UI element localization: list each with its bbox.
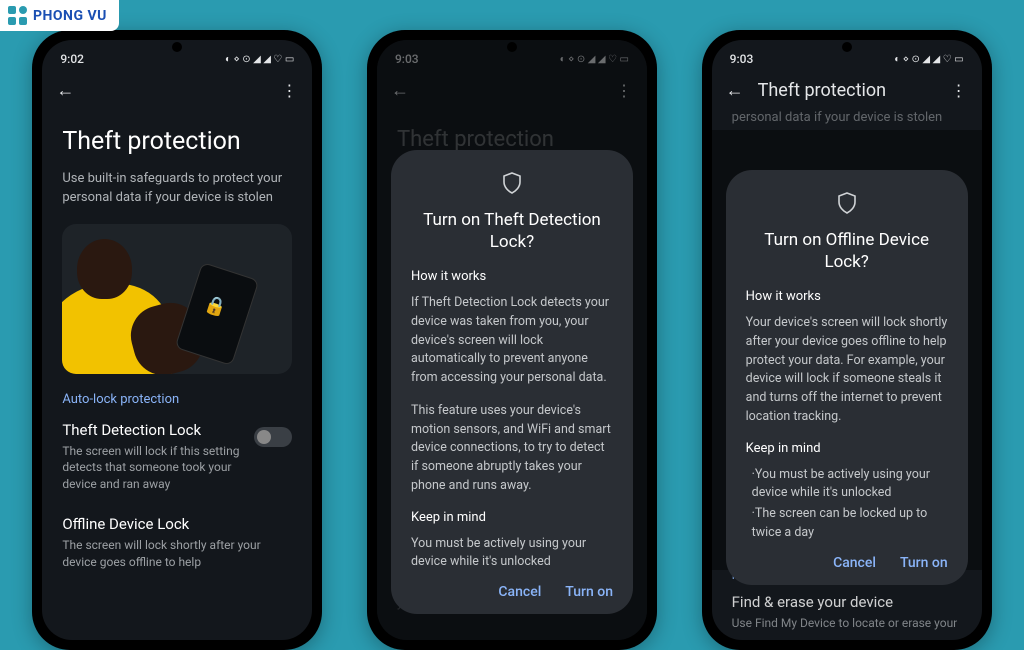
dialog-keep-label: Keep in mind — [411, 510, 613, 525]
status-icons: ◐ ⋄ ⊙ ◢ ◢ ♡ ▭ — [225, 54, 294, 65]
dialog-theft-detection: Turn on Theft Detection Lock? How it wor… — [391, 150, 633, 614]
dialog-body-1: Your device's screen will lock shortly a… — [746, 314, 948, 427]
dialog-title: Turn on Offline Device Lock? — [746, 229, 948, 273]
status-time: 9:03 — [730, 52, 754, 66]
dialog-how-label: How it works — [411, 269, 613, 284]
dialog-keep-label: Keep in mind — [746, 441, 948, 456]
setting-theft-detection[interactable]: Theft Detection Lock The screen will loc… — [62, 421, 292, 493]
setting-desc: The screen will lock if this setting det… — [62, 443, 244, 493]
dialog-list-1: ·You must be actively using your device … — [752, 466, 948, 504]
more-icon[interactable]: ⋮ — [951, 81, 968, 100]
dialog-how-label: How it works — [746, 289, 948, 304]
setting-title: Offline Device Lock — [62, 515, 292, 533]
back-icon[interactable]: ← — [726, 80, 744, 101]
more-icon[interactable]: ⋮ — [281, 81, 298, 100]
dialog-offline-lock: Turn on Offline Device Lock? How it work… — [726, 170, 968, 585]
setting-title: Theft Detection Lock — [62, 421, 244, 439]
page-subtitle: Use built-in safeguards to protect your … — [62, 170, 292, 208]
setting-find-erase[interactable]: Find & erase your device Use Find My Dev… — [732, 593, 962, 632]
cancel-button[interactable]: Cancel — [498, 584, 541, 600]
dialog-title: Turn on Theft Detection Lock? — [411, 209, 613, 253]
page-subtitle-partial: personal data if your device is stolen — [732, 109, 962, 128]
setting-offline-lock[interactable]: Offline Device Lock The screen will lock… — [62, 515, 292, 571]
logo-dots-icon — [8, 6, 27, 25]
hero-illustration: 🔒 — [62, 224, 292, 374]
back-icon[interactable]: ← — [56, 80, 74, 101]
dialog-body-2: This feature uses your device's motion s… — [411, 402, 613, 496]
status-icons: ◐ ⋄ ⊙ ◢ ◢ ♡ ▭ — [894, 54, 963, 65]
page-title: Theft protection — [62, 127, 292, 156]
toggle-theft-detection[interactable] — [254, 427, 292, 447]
phone-mockup-1: 9:02 ◐ ⋄ ⊙ ◢ ◢ ♡ ▭ ← ⋮ Theft protection … — [32, 30, 322, 650]
camera-cutout — [172, 42, 182, 52]
setting-desc: Use Find My Device to locate or erase yo… — [732, 615, 962, 632]
phone-mockup-3: 9:03 ◐ ⋄ ⊙ ◢ ◢ ♡ ▭ ← Theft protection ⋮ … — [702, 30, 992, 650]
dialog-list-2: ·The screen can be locked up to twice a … — [752, 505, 948, 543]
camera-cutout — [842, 42, 852, 52]
shield-icon — [746, 192, 948, 219]
phone-mockup-2: 9:03 ◐ ⋄ ⊙ ◢ ◢ ♡ ▭ ← ⋮ Theft protection … — [367, 30, 657, 650]
status-time: 9:02 — [60, 52, 84, 66]
shield-icon — [411, 172, 613, 199]
turn-on-button[interactable]: Turn on — [900, 555, 948, 571]
setting-desc: The screen will lock shortly after your … — [62, 537, 292, 571]
cancel-button[interactable]: Cancel — [833, 555, 876, 571]
turn-on-button[interactable]: Turn on — [565, 584, 613, 600]
dialog-body-1: If Theft Detection Lock detects your dev… — [411, 294, 613, 388]
dialog-body-3: You must be actively using your device w… — [411, 535, 613, 573]
camera-cutout — [507, 42, 517, 52]
setting-title: Find & erase your device — [732, 593, 962, 611]
section-autolock: Auto-lock protection — [62, 392, 292, 407]
brand-logo: PHONG VU — [0, 0, 119, 31]
header-title: Theft protection — [758, 80, 886, 101]
logo-text: PHONG VU — [33, 8, 107, 24]
